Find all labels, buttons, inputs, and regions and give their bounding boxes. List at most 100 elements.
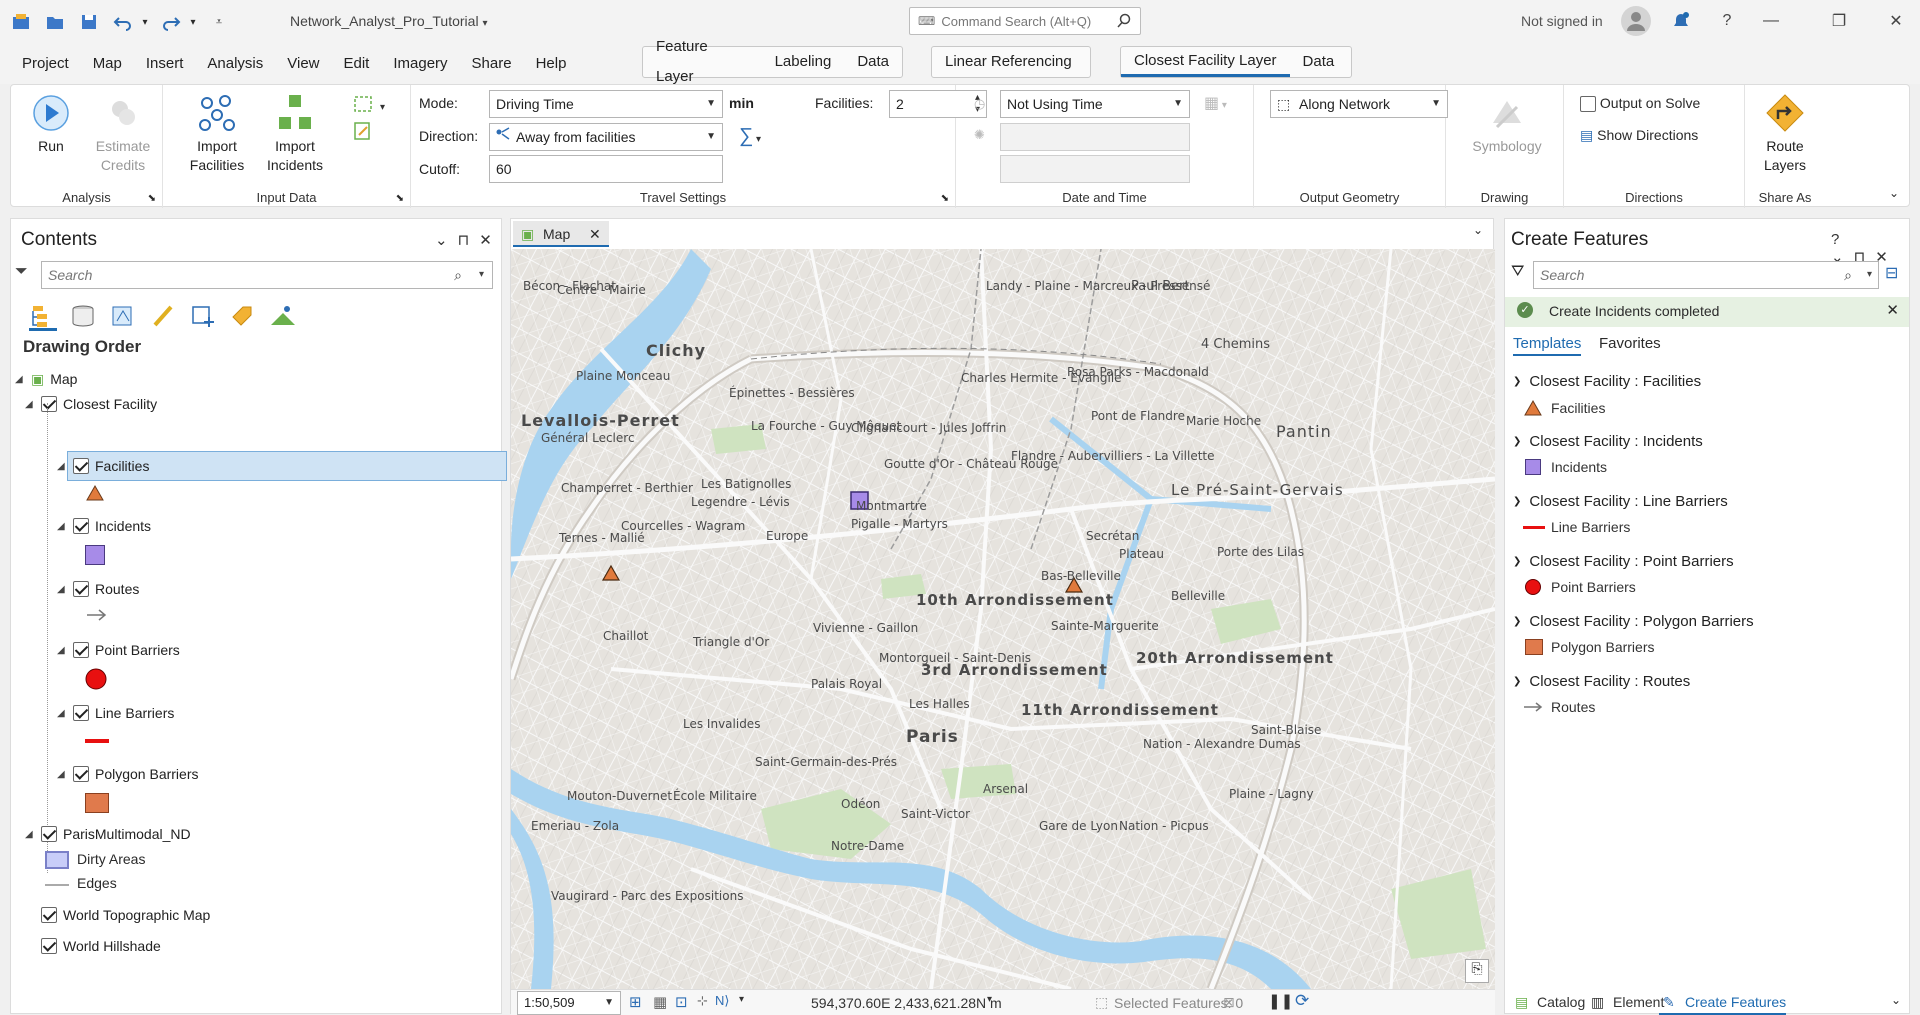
menu-insert[interactable]: Insert <box>134 44 196 84</box>
snapping-icon[interactable]: ⊡ <box>675 993 688 1011</box>
collapse-icon[interactable]: ◢ <box>57 645 67 656</box>
closest-facility-checkbox[interactable] <box>41 396 57 412</box>
toc-world-hillshade[interactable]: World Hillshade <box>41 935 161 957</box>
toc-world-topographic[interactable]: World Topographic Map <box>41 904 210 926</box>
bottom-tabs-more-icon[interactable]: ⌄ <box>1891 993 1901 1007</box>
template-routes[interactable]: Routes <box>1523 699 1595 715</box>
template-group-point-barriers[interactable]: ❯ Closest Facility : Point Barriers <box>1513 553 1734 570</box>
template-group-polygon-barriers[interactable]: ❯ Closest Facility : Polygon Barriers <box>1513 613 1754 630</box>
map-overview-icon[interactable]: ⎘ <box>1465 959 1489 983</box>
show-directions-button[interactable]: ▤ Show Directions <box>1580 127 1698 144</box>
time-select[interactable]: Not Using Time ▼ <box>1000 90 1190 118</box>
menu-analysis[interactable]: Analysis <box>195 44 275 84</box>
tab-closest-facility-layer[interactable]: Closest Facility Layer <box>1121 47 1290 77</box>
help-icon[interactable]: ? <box>1714 8 1740 34</box>
collapse-icon[interactable]: ◢ <box>57 521 67 532</box>
collapse-ribbon-icon[interactable]: ⌄ <box>1889 186 1899 200</box>
dismiss-message-icon[interactable]: ✕ <box>1886 301 1899 319</box>
contents-search-input[interactable]: Search ⌕ ▾ <box>41 261 493 289</box>
list-by-perspective-imagery-icon[interactable] <box>269 303 297 331</box>
customize-quick-access-icon[interactable]: ⩡ <box>204 7 234 37</box>
list-by-editing-icon[interactable] <box>149 303 177 331</box>
map-canvas[interactable]: Clichy Levallois-Perret Pantin Le Pré-Saint… <box>511 249 1495 989</box>
create-search-input[interactable]: Search ⌕ ▾ <box>1533 261 1879 289</box>
bottom-tab-element[interactable]: ▥ Element <box>1587 989 1664 1015</box>
direction-select[interactable]: Away from facilities ▼ <box>489 123 723 151</box>
list-by-labeling-icon[interactable] <box>229 303 257 331</box>
facilities-checkbox[interactable] <box>73 458 89 474</box>
menu-edit[interactable]: Edit <box>332 44 382 84</box>
avatar-icon[interactable] <box>1621 6 1651 36</box>
collapse-icon[interactable]: ◢ <box>15 374 25 385</box>
toc-line-barriers[interactable]: ◢ Line Barriers <box>57 702 174 724</box>
refresh-icon[interactable]: ⟳ <box>1295 991 1309 1011</box>
refresh-selection-icon[interactable]: ⊠ <box>1223 994 1235 1011</box>
tab-feature-layer[interactable]: Feature Layer <box>643 32 762 92</box>
signin-status[interactable]: Not signed in <box>1521 13 1603 29</box>
tab-templates[interactable]: Templates <box>1513 335 1582 356</box>
toc-network-dataset[interactable]: ◢ ParisMultimodal_ND <box>25 823 191 845</box>
restore-icon[interactable]: ❐ <box>1826 8 1852 34</box>
routes-checkbox[interactable] <box>73 581 89 597</box>
polygon-barriers-checkbox[interactable] <box>73 766 89 782</box>
redo-dropdown-icon[interactable]: ▾ <box>186 7 200 37</box>
notifications-icon[interactable] <box>1668 8 1694 34</box>
list-by-drawing-order-icon[interactable] <box>29 303 57 331</box>
toc-closest-facility[interactable]: ◢ Closest Facility <box>25 393 157 415</box>
toc-routes[interactable]: ◢ Routes <box>57 578 139 600</box>
travel-settings-launcher-icon[interactable]: ⬊ <box>941 193 949 204</box>
toc-point-barriers[interactable]: ◢ Point Barriers <box>57 639 180 661</box>
fixed-zoom-icon[interactable]: ⊞ <box>629 993 642 1011</box>
project-icon[interactable] <box>6 7 36 37</box>
save-icon[interactable] <box>74 7 104 37</box>
map-view-options-icon[interactable]: ⌄ <box>1473 223 1483 237</box>
minimize-icon[interactable]: — <box>1758 8 1784 34</box>
menu-view[interactable]: View <box>275 44 331 84</box>
open-icon[interactable] <box>40 7 70 37</box>
tab-labeling[interactable]: Labeling <box>762 47 845 77</box>
tab-closest-facility-data[interactable]: Data <box>1290 47 1348 77</box>
collapse-icon[interactable]: ◢ <box>25 399 35 410</box>
toc-incidents[interactable]: ◢ Incidents <box>57 515 151 537</box>
grid-icon[interactable]: ▦ <box>653 993 667 1011</box>
toc-facilities[interactable]: ◢ Facilities <box>57 455 149 477</box>
project-title[interactable]: Network_Analyst_Pro_Tutorial ▾ <box>290 13 487 29</box>
orientation-icon[interactable]: N⟩ <box>715 993 729 1009</box>
template-group-routes[interactable]: ❯ Closest Facility : Routes <box>1513 673 1690 690</box>
template-point-barriers[interactable]: Point Barriers <box>1523 579 1636 595</box>
import-incidents-button[interactable]: Import Incidents <box>259 93 331 175</box>
close-tab-icon[interactable]: ✕ <box>589 221 601 247</box>
list-by-data-source-icon[interactable] <box>69 303 97 331</box>
bottom-tab-create-features[interactable]: ✎ Create Features <box>1659 989 1787 1015</box>
filter-icon[interactable]: ⏷ <box>15 263 28 281</box>
point-barriers-checkbox[interactable] <box>73 642 89 658</box>
menu-map[interactable]: Map <box>81 44 134 84</box>
manage-templates-icon[interactable]: ⊟ <box>1885 263 1898 283</box>
template-polygon-barriers[interactable]: Polygon Barriers <box>1523 639 1655 655</box>
undo-dropdown-icon[interactable]: ▾ <box>138 7 152 37</box>
network-dataset-checkbox[interactable] <box>41 826 57 842</box>
collapse-icon[interactable]: ◢ <box>25 829 35 840</box>
menu-help[interactable]: Help <box>524 44 579 84</box>
list-by-snapping-icon[interactable] <box>189 303 217 331</box>
analysis-launcher-icon[interactable]: ⬊ <box>148 193 156 204</box>
template-filter-icon[interactable]: ⛛ <box>1511 263 1524 281</box>
edit-locations-icon[interactable] <box>353 121 373 141</box>
menu-share[interactable]: Share <box>460 44 524 84</box>
cutoff-input[interactable]: 60 <box>489 155 723 183</box>
tab-feature-data[interactable]: Data <box>844 47 902 77</box>
input-data-launcher-icon[interactable]: ⬊ <box>396 193 404 204</box>
tab-favorites[interactable]: Favorites <box>1599 335 1661 352</box>
scale-select[interactable]: 1:50,509 ▼ <box>517 991 621 1015</box>
template-line-barriers[interactable]: Line Barriers <box>1523 519 1630 535</box>
world-topographic-checkbox[interactable] <box>41 907 57 923</box>
command-search-input[interactable]: ⌨ Command Search (Alt+Q) <box>909 7 1141 35</box>
route-layers-button[interactable]: Route Layers <box>1749 93 1821 175</box>
toc-polygon-barriers[interactable]: ◢ Polygon Barriers <box>57 763 199 785</box>
accumulation-icon[interactable]: ∑ ▾ <box>739 125 775 149</box>
collapse-icon[interactable]: ◢ <box>57 708 67 719</box>
tab-linear-referencing[interactable]: Linear Referencing <box>932 47 1085 77</box>
output-on-solve-checkbox[interactable]: Output on Solve <box>1580 95 1700 113</box>
toc-map[interactable]: ◢ ▣ Map <box>15 368 77 390</box>
collapse-icon[interactable]: ◢ <box>57 461 67 472</box>
